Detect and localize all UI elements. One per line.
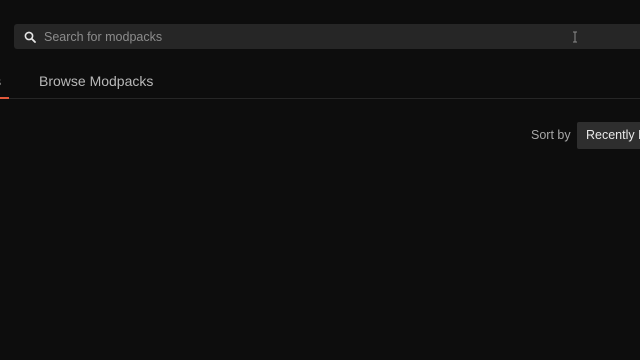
tab-browse-modpacks-label: Browse Modpacks [39,73,154,89]
text-cursor-icon [573,31,577,43]
sort-select-value: Recently P [586,128,640,142]
search-input[interactable] [44,24,640,49]
search-icon [24,31,36,43]
tab-my-modpacks[interactable]: cks [0,73,9,99]
tab-my-modpacks-label: cks [0,73,1,89]
sort-by-label: Sort by [531,128,571,142]
app-window: cks Browse Modpacks Sort by Recently P [0,0,640,360]
search-bar[interactable] [14,24,640,49]
sort-select[interactable]: Recently P [577,122,640,149]
tab-browse-modpacks[interactable]: Browse Modpacks [39,73,153,89]
tab-bar: cks Browse Modpacks [0,62,640,99]
active-tab-indicator [0,97,9,99]
